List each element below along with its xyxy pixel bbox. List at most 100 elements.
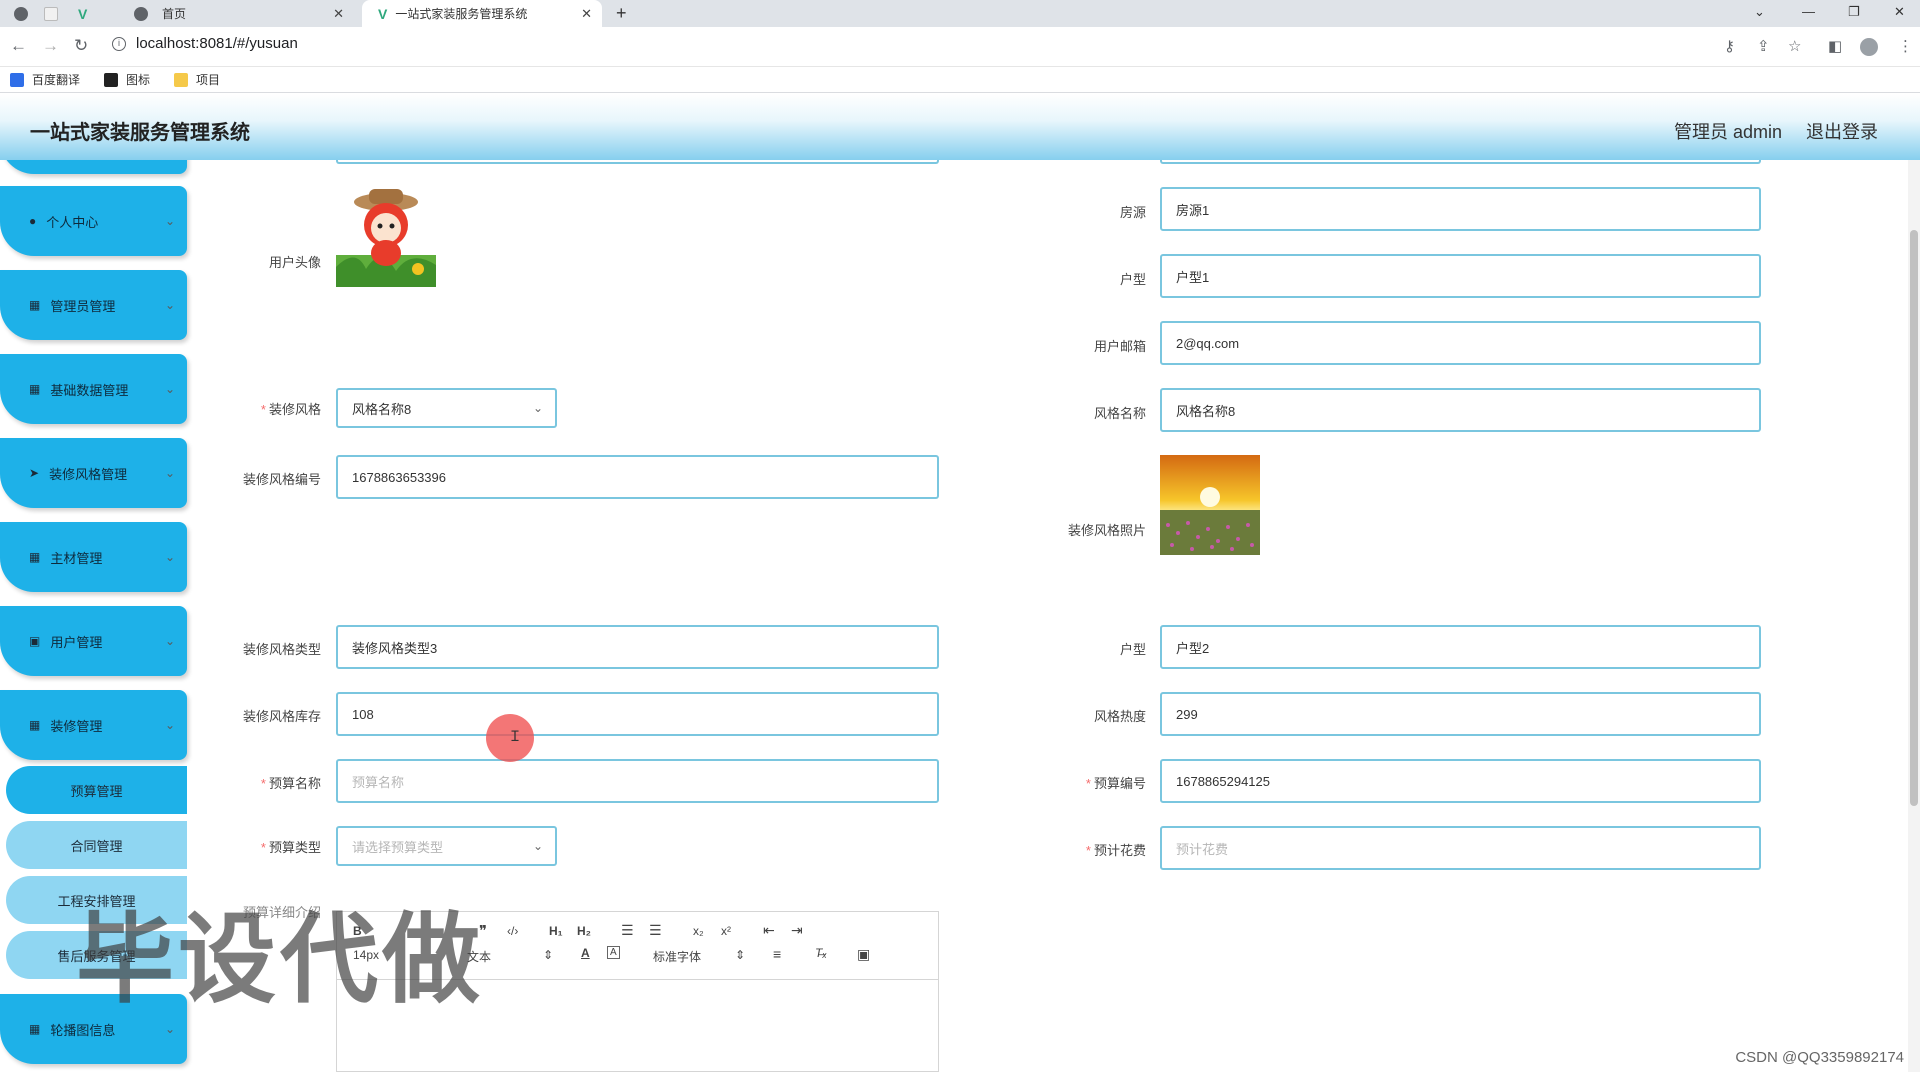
close-icon[interactable]: ✕: [581, 6, 592, 22]
cost-input[interactable]: 预计花费: [1160, 826, 1761, 870]
required-mark: *: [260, 402, 266, 417]
email-input[interactable]: 2@qq.com: [1160, 321, 1761, 365]
sidebar-item-label: 装修风格管理: [49, 466, 128, 482]
text-color-icon[interactable]: A: [581, 946, 590, 960]
sidebar-item-style[interactable]: ➤ 装修风格管理 ⌄: [0, 438, 187, 508]
sidebar-item-material[interactable]: ▦ 主材管理 ⌄: [0, 522, 187, 592]
profile-icon[interactable]: [1860, 38, 1878, 56]
chevron-down-icon: ⌄: [532, 839, 543, 853]
sidebar-item-home[interactable]: [0, 160, 187, 174]
grid-icon: ▦: [29, 1022, 41, 1036]
clear-format-icon[interactable]: T̶ₓ: [815, 946, 827, 960]
sidebar-item-basic-data[interactable]: ▦ 基础数据管理 ⌄: [0, 354, 187, 424]
style-type-label: 装修风格类型: [242, 642, 321, 657]
sidebar-subitem-contract[interactable]: 合同管理: [6, 821, 187, 869]
folder-icon: [174, 72, 189, 87]
bookmarks-bar: 百度翻译 图标 项目: [0, 67, 1920, 93]
chevron-down-icon: ⌄: [164, 1022, 175, 1036]
style-photo-image: [1160, 455, 1260, 555]
indent-icon[interactable]: ⇥: [791, 922, 803, 939]
tab-pinned-1[interactable]: [14, 0, 36, 27]
sidebar-item-admin[interactable]: ▦ 管理员管理 ⌄: [0, 270, 187, 340]
sidebar-item-personal-center[interactable]: ● 个人中心 ⌄: [0, 186, 187, 256]
superscript-icon[interactable]: x²: [721, 924, 731, 938]
globe-icon: [134, 7, 148, 21]
restore-icon[interactable]: ❐: [1848, 4, 1860, 20]
required-mark: *: [1085, 843, 1091, 858]
scrolled-input-left[interactable]: [336, 160, 939, 164]
heat-input[interactable]: 299: [1160, 692, 1761, 736]
grid-icon: ▦: [29, 382, 41, 396]
app-header: 一站式家装服务管理系统 管理员 admin 退出登录: [0, 94, 1920, 160]
sidebar-subitem-budget[interactable]: 预算管理: [6, 766, 187, 814]
menu-dots-icon[interactable]: ⋮: [1898, 37, 1913, 55]
huxing-input[interactable]: 户型1: [1160, 254, 1761, 298]
url-field[interactable]: i localhost:8081/#/yusuan: [112, 35, 298, 52]
sidebar-item-label: 轮播图信息: [50, 1022, 116, 1038]
style-no-input[interactable]: 1678863653396: [336, 455, 939, 499]
chevron-down-icon: ⌄: [164, 466, 175, 480]
sidebar-item-decoration[interactable]: ▦ 装修管理 ⌄: [0, 690, 187, 760]
budget-name-label: * 预算名称: [201, 773, 321, 792]
scrollbar-thumb[interactable]: [1910, 230, 1918, 806]
budget-type-select[interactable]: 请选择预算类型 ⌄: [336, 826, 557, 866]
budget-type-label-text: 预算类型: [268, 840, 321, 855]
budget-type-label: * 预算类型: [201, 837, 321, 856]
bullet-list-icon[interactable]: ☰: [649, 922, 662, 939]
scrollbar[interactable]: [1908, 160, 1920, 1072]
new-tab-button[interactable]: +: [616, 0, 627, 27]
cost-label: * 预计花费: [1026, 840, 1146, 859]
huxing2-input[interactable]: 户型2: [1160, 625, 1761, 669]
stock-input[interactable]: 108: [336, 692, 939, 736]
tab-pinned-2[interactable]: [44, 0, 66, 27]
ordered-list-icon[interactable]: ☰: [621, 922, 634, 939]
tab-search-icon[interactable]: ⌄: [1754, 4, 1765, 20]
huxing-label: 户型: [1119, 272, 1146, 287]
fangyuan-input[interactable]: 房源1: [1160, 187, 1761, 231]
style-name-input[interactable]: 风格名称8: [1160, 388, 1761, 432]
background-color-icon[interactable]: A: [607, 946, 620, 959]
sidebar-item-users[interactable]: ▣ 用户管理 ⌄: [0, 606, 187, 676]
sidebar-item-label: 管理员管理: [50, 298, 116, 314]
budget-no-input[interactable]: 1678865294125: [1160, 759, 1761, 803]
bookmark-xiangmu[interactable]: 项目: [174, 71, 220, 88]
style-no-label: 装修风格编号: [242, 472, 321, 487]
star-icon[interactable]: ☆: [1788, 37, 1801, 55]
budget-name-input[interactable]: 预算名称: [336, 759, 939, 803]
sidebar-item-label: 基础数据管理: [50, 382, 129, 398]
heading2-icon[interactable]: H₂: [577, 924, 591, 938]
sidebar-item-label: 主材管理: [50, 550, 103, 566]
tab-pinned-3[interactable]: V: [78, 0, 95, 27]
site-info-icon[interactable]: i: [112, 36, 126, 51]
sidepanel-icon[interactable]: ◧: [1828, 37, 1842, 55]
budget-no-label: * 预算编号: [1026, 773, 1146, 792]
app-title: 一站式家装服务管理系统: [30, 122, 250, 144]
sidebar-item-label: 个人中心: [46, 214, 99, 230]
outdent-icon[interactable]: ⇤: [763, 922, 775, 939]
bookmark-tubiao[interactable]: 图标: [104, 71, 150, 88]
key-icon[interactable]: ⚷: [1724, 37, 1735, 55]
subscript-icon[interactable]: x₂: [693, 924, 704, 938]
close-icon[interactable]: ✕: [333, 6, 344, 22]
bookmark-baidu-fanyi[interactable]: 百度翻译: [10, 71, 80, 88]
reload-icon[interactable]: ↻: [74, 36, 88, 56]
logout-link[interactable]: 退出登录: [1806, 118, 1878, 144]
font-family-select[interactable]: 标准字体: [653, 948, 701, 965]
forward-icon[interactable]: →: [42, 36, 59, 56]
share-icon[interactable]: ⇪: [1757, 37, 1770, 55]
back-icon[interactable]: ←: [10, 36, 27, 56]
window-close-icon[interactable]: ✕: [1894, 4, 1905, 20]
heading1-icon[interactable]: H₁: [549, 924, 563, 938]
code-icon[interactable]: ‹/›: [507, 924, 518, 938]
minimize-icon[interactable]: —: [1802, 4, 1815, 19]
align-icon[interactable]: ≡: [773, 946, 781, 962]
tab-active[interactable]: V 一站式家装服务管理系统 ✕: [362, 0, 602, 27]
style-select[interactable]: 风格名称8 ⌄: [336, 388, 557, 428]
style-type-input[interactable]: 装修风格类型3: [336, 625, 939, 669]
tab-home[interactable]: 首页 ✕: [104, 0, 354, 27]
budget-no-label-text: 预算编号: [1093, 776, 1146, 791]
grid-icon: ▦: [29, 550, 41, 564]
image-insert-icon[interactable]: ▣: [857, 946, 870, 963]
scrolled-input-right[interactable]: [1160, 160, 1761, 164]
globe-icon: [14, 6, 28, 21]
